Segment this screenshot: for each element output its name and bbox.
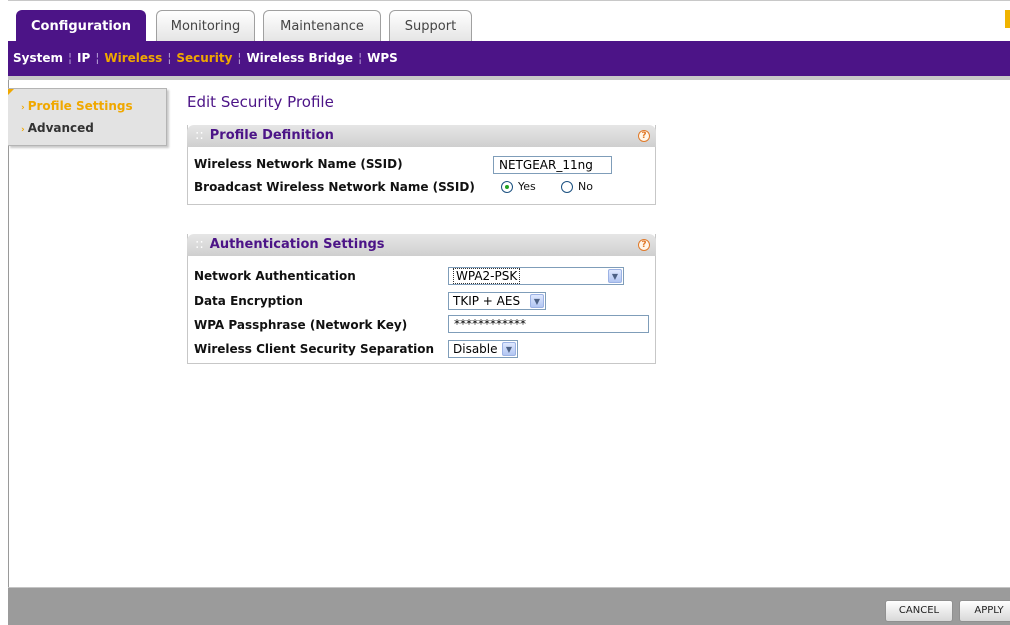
left-menu-label: Profile Settings xyxy=(27,99,133,113)
help-icon[interactable]: ? xyxy=(638,239,650,251)
subnav-wps[interactable]: WPS xyxy=(362,51,403,65)
data-encryption-select[interactable]: TKIP + AES ▼ xyxy=(448,292,546,310)
select-value: WPA2-PSK xyxy=(453,268,521,284)
tab-monitoring[interactable]: Monitoring xyxy=(156,10,255,42)
tab-maintenance[interactable]: Maintenance xyxy=(263,10,381,42)
network-authentication-select[interactable]: WPA2-PSK ▼ xyxy=(448,267,624,285)
left-menu: › Profile Settings › Advanced xyxy=(8,88,167,146)
cancel-button[interactable]: CANCEL xyxy=(885,600,953,622)
chevron-down-icon: ▼ xyxy=(608,269,622,283)
panel-title: Profile Definition xyxy=(209,128,334,143)
broadcast-ssid-radio-group: Yes No xyxy=(501,180,621,195)
bottom-action-bar: CANCEL APPLY xyxy=(8,587,1010,625)
apply-button[interactable]: APPLY xyxy=(959,600,1010,622)
profile-definition-panel: :: Profile Definition ? Wireless Network … xyxy=(187,125,656,205)
chevron-right-icon: › xyxy=(21,103,25,113)
subnav-system[interactable]: System xyxy=(8,51,68,65)
chevron-right-icon: › xyxy=(21,125,25,135)
active-corner-icon xyxy=(8,89,14,95)
wpa-passphrase-label: WPA Passphrase (Network Key) xyxy=(194,318,408,332)
data-encryption-label: Data Encryption xyxy=(194,294,303,308)
broadcast-yes-radio[interactable] xyxy=(501,181,513,193)
broadcast-no-radio[interactable] xyxy=(561,181,573,193)
network-authentication-label: Network Authentication xyxy=(194,269,356,283)
wpa-passphrase-input[interactable] xyxy=(448,315,649,333)
corner-marker xyxy=(1005,10,1010,28)
chevron-down-icon: ▼ xyxy=(530,294,544,308)
left-menu-advanced[interactable]: › Advanced xyxy=(21,118,166,140)
client-separation-label: Wireless Client Security Separation xyxy=(194,342,435,356)
client-separation-select[interactable]: Disable ▼ xyxy=(448,340,518,358)
main-tab-bar: Configuration Monitoring Maintenance Sup… xyxy=(8,0,1010,42)
ssid-label: Wireless Network Name (SSID) xyxy=(194,157,403,171)
grip-icon: :: xyxy=(195,128,204,143)
panel-header: :: Profile Definition ? xyxy=(187,125,656,147)
panel-header: :: Authentication Settings ? xyxy=(187,234,656,256)
broadcast-yes-label: Yes xyxy=(518,180,536,193)
tab-support[interactable]: Support xyxy=(389,10,472,42)
grip-icon: :: xyxy=(195,237,204,252)
subnav-ip[interactable]: IP xyxy=(72,51,95,65)
subnav-divider xyxy=(8,76,1010,80)
select-value: Disable xyxy=(453,342,498,356)
tab-configuration[interactable]: Configuration xyxy=(16,10,146,42)
sub-navigation: System ¦ IP ¦ Wireless ¦ Security ¦ Wireless Bri… xyxy=(8,41,1010,76)
help-icon[interactable]: ? xyxy=(638,130,650,142)
select-value: TKIP + AES xyxy=(453,294,521,308)
broadcast-no-label: No xyxy=(578,180,593,193)
page-title: Edit Security Profile xyxy=(187,93,334,111)
left-menu-profile-settings[interactable]: › Profile Settings xyxy=(21,96,166,118)
ssid-input[interactable] xyxy=(493,156,612,174)
subnav-wireless[interactable]: Wireless xyxy=(99,51,167,65)
subnav-security[interactable]: Security xyxy=(171,51,237,65)
authentication-settings-panel: :: Authentication Settings ? Network Auth… xyxy=(187,234,656,364)
chevron-down-icon: ▼ xyxy=(502,342,516,356)
left-menu-label: Advanced xyxy=(27,121,94,135)
subnav-wireless-bridge[interactable]: Wireless Bridge xyxy=(241,51,358,65)
panel-title: Authentication Settings xyxy=(209,237,385,252)
broadcast-ssid-label: Broadcast Wireless Network Name (SSID) xyxy=(194,180,475,194)
